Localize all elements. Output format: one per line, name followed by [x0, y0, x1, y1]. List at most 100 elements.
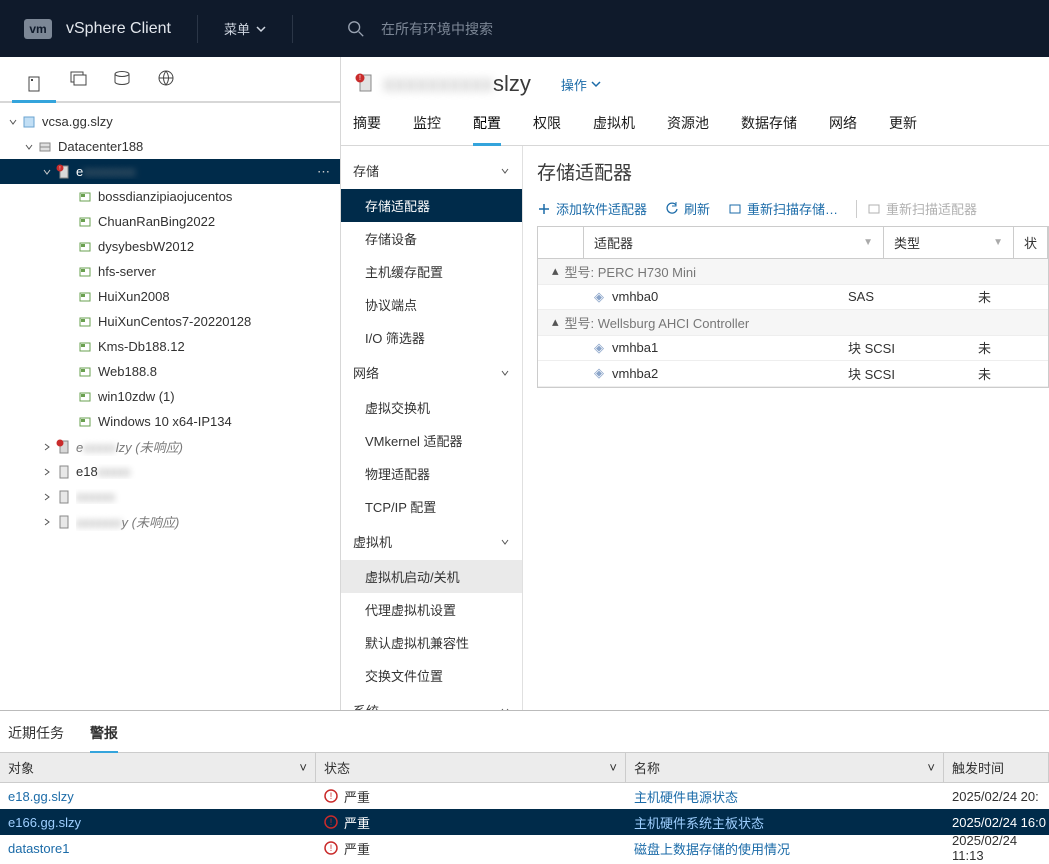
tree-host-3[interactable]: xxxxxx ⋯	[0, 484, 340, 509]
alarm-name-link[interactable]: 主机硬件系统主板状态	[626, 813, 944, 832]
alarm-col-status[interactable]: 状态˅	[316, 753, 626, 782]
tree-host-selected[interactable]: ! exxxxxxxx ⋯	[0, 159, 340, 184]
side-item[interactable]: 物理适配器	[341, 457, 522, 490]
col-status[interactable]: 状	[1014, 227, 1048, 258]
chevron-down-icon[interactable]: ˅	[609, 760, 617, 775]
expand-all-header[interactable]	[538, 227, 584, 258]
tab-配置[interactable]: 配置	[473, 113, 501, 146]
tab-摘要[interactable]: 摘要	[353, 113, 381, 145]
alarm-row[interactable]: datastore1!严重磁盘上数据存储的使用情况2025/02/24 11:1…	[0, 835, 1049, 861]
vm-icon	[76, 415, 94, 429]
global-search-input[interactable]	[381, 21, 601, 37]
critical-icon: !	[324, 815, 338, 829]
adapter-row[interactable]: ◈vmhba1块 SCSI未	[538, 336, 1048, 362]
filter-icon[interactable]: ▼	[863, 237, 873, 248]
alarm-object-link[interactable]: e166.gg.slzy	[0, 815, 316, 830]
object-actions-menu[interactable]: 操作	[561, 75, 601, 94]
side-item[interactable]: 存储适配器	[341, 189, 522, 222]
storage-scan-icon	[728, 202, 742, 216]
tree-vm-item[interactable]: win10zdw (1)	[0, 384, 340, 409]
app-title: vSphere Client	[66, 20, 171, 38]
add-software-adapter-button[interactable]: 添加软件适配器	[537, 199, 647, 218]
alarm-row[interactable]: e166.gg.slzy!严重主机硬件系统主板状态2025/02/24 16:0	[0, 809, 1049, 835]
side-item[interactable]: TCP/IP 配置	[341, 490, 522, 523]
col-type[interactable]: 类型▼	[884, 227, 1014, 258]
side-section-storage[interactable]: 存储	[341, 152, 522, 189]
tree-vm-item[interactable]: hfs-server	[0, 259, 340, 284]
vcenter-icon	[20, 115, 38, 129]
alarm-col-name[interactable]: 名称˅	[626, 753, 944, 782]
svg-text:!: !	[359, 75, 361, 82]
chevron-down-icon	[591, 79, 601, 89]
tree-vm-item[interactable]: Windows 10 x64-IP134	[0, 409, 340, 434]
svg-text:!: !	[59, 166, 60, 172]
tree-vm-item[interactable]: bossdianzipiaojucentos	[0, 184, 340, 209]
adapter-group-row[interactable]: ▴型号: Wellsburg AHCI Controller	[538, 310, 1048, 336]
inventory-tree[interactable]: vcsa.gg.slzy Datacenter188 ! exxxxxxxx ⋯…	[0, 103, 340, 710]
tree-host-2[interactable]: e18xxxxx ⋯	[0, 459, 340, 484]
alarm-object-link[interactable]: datastore1	[0, 841, 316, 856]
side-item[interactable]: 协议端点	[341, 288, 522, 321]
inventory-storage-icon[interactable]	[100, 69, 144, 93]
tab-虚拟机[interactable]: 虚拟机	[593, 113, 635, 145]
alarm-col-object[interactable]: 对象˅	[0, 753, 316, 782]
tree-host-noresponse-1[interactable]: exxxxxlzy (未响应) ⋯	[0, 434, 340, 459]
tree-datacenter[interactable]: Datacenter188	[0, 134, 340, 159]
side-section-system[interactable]: 系统	[341, 692, 522, 710]
alarm-name-link[interactable]: 主机硬件电源状态	[626, 787, 944, 806]
host-alert-icon: !	[353, 72, 375, 97]
svg-text:!: !	[330, 817, 333, 827]
critical-icon: !	[324, 841, 338, 855]
alarm-object-link[interactable]: e18.gg.slzy	[0, 789, 316, 804]
side-item[interactable]: I/O 筛选器	[341, 321, 522, 354]
adapter-row[interactable]: ◈vmhba2块 SCSI未	[538, 361, 1048, 387]
inventory-network-icon[interactable]	[144, 69, 188, 93]
tree-host-noresponse-2[interactable]: xxxxxxxy (未响应) ⋯	[0, 509, 340, 534]
tab-网络[interactable]: 网络	[829, 113, 857, 145]
side-item[interactable]: 交换文件位置	[341, 659, 522, 692]
tree-vm-item[interactable]: Web188.8	[0, 359, 340, 384]
chevron-down-icon[interactable]: ˅	[927, 760, 935, 775]
adapter-group-row[interactable]: ▴型号: PERC H730 Mini	[538, 259, 1048, 285]
alarms-tab[interactable]: 警报	[90, 723, 118, 753]
tree-vm-item[interactable]: HuiXun2008	[0, 284, 340, 309]
rescan-storage-button[interactable]: 重新扫描存储…	[728, 199, 838, 218]
side-item[interactable]: 主机缓存配置	[341, 255, 522, 288]
adapter-row[interactable]: ◈vmhba0SAS未	[538, 285, 1048, 311]
side-item[interactable]: 默认虚拟机兼容性	[341, 626, 522, 659]
tree-item-actions[interactable]: ⋯	[317, 164, 330, 180]
pane-toolbar: 添加软件适配器 刷新 重新扫描存储… 重新扫描适配器	[537, 199, 1049, 218]
tab-更新[interactable]: 更新	[889, 113, 917, 145]
side-item[interactable]: VMkernel 适配器	[341, 424, 522, 457]
menu-label: 菜单	[224, 19, 250, 38]
tab-资源池[interactable]: 资源池	[667, 113, 709, 145]
recent-tasks-tab[interactable]: 近期任务	[8, 723, 64, 752]
menu-dropdown[interactable]: 菜单	[224, 19, 266, 38]
tree-vm-item[interactable]: dysybesbW2012	[0, 234, 340, 259]
plus-icon	[537, 202, 551, 216]
alarm-row[interactable]: e18.gg.slzy!严重主机硬件电源状态2025/02/24 20:	[0, 783, 1049, 809]
side-item[interactable]: 存储设备	[341, 222, 522, 255]
tree-vcenter[interactable]: vcsa.gg.slzy	[0, 109, 340, 134]
filter-icon[interactable]: ▼	[993, 237, 1003, 248]
side-item[interactable]: 虚拟机启动/关机	[341, 560, 522, 593]
side-section-vm[interactable]: 虚拟机	[341, 523, 522, 560]
inventory-vms-icon[interactable]	[56, 69, 100, 93]
side-section-network[interactable]: 网络	[341, 354, 522, 391]
caret-right-icon	[42, 517, 52, 527]
tree-vm-item[interactable]: Kms-Db188.12	[0, 334, 340, 359]
tab-监控[interactable]: 监控	[413, 113, 441, 145]
tree-vm-item[interactable]: ChuanRanBing2022	[0, 209, 340, 234]
col-adapter[interactable]: 适配器▼	[584, 227, 884, 258]
tab-权限[interactable]: 权限	[533, 113, 561, 145]
inventory-hosts-icon[interactable]	[12, 75, 56, 103]
side-item[interactable]: 代理虚拟机设置	[341, 593, 522, 626]
host-icon	[54, 464, 72, 480]
alarm-name-link[interactable]: 磁盘上数据存储的使用情况	[626, 839, 944, 858]
tree-vm-item[interactable]: HuiXunCentos7-20220128	[0, 309, 340, 334]
refresh-button[interactable]: 刷新	[665, 199, 710, 218]
alarm-col-time[interactable]: 触发时间	[944, 753, 1049, 782]
chevron-down-icon[interactable]: ˅	[299, 760, 307, 775]
side-item[interactable]: 虚拟交换机	[341, 391, 522, 424]
tab-数据存储[interactable]: 数据存储	[741, 113, 797, 145]
